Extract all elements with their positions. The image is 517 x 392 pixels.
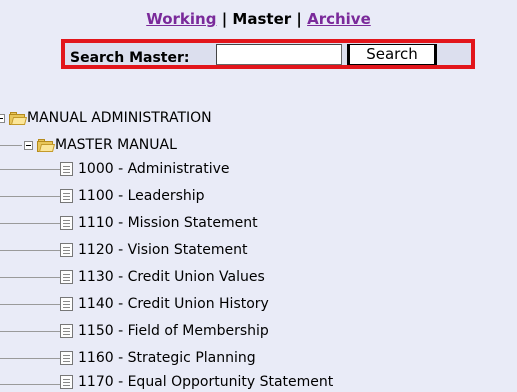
tree-root-label: MANUAL ADMINISTRATION	[27, 110, 212, 126]
document-icon	[60, 375, 73, 389]
document-icon	[60, 216, 73, 230]
tree-leaf[interactable]: 1160 - Strategic Planning	[60, 348, 256, 368]
document-icon	[60, 162, 73, 176]
tree-folder-label: MASTER MANUAL	[55, 137, 177, 153]
document-icon	[60, 243, 73, 257]
tree-connector	[0, 250, 60, 251]
document-icon	[60, 351, 73, 365]
collapse-icon[interactable]	[24, 140, 33, 150]
document-icon	[60, 324, 73, 338]
tree-folder-node[interactable]: MASTER MANUAL	[24, 135, 177, 155]
tree-connector	[0, 358, 60, 359]
tree-leaf-label[interactable]: 1140 - Credit Union History	[78, 296, 269, 312]
document-icon	[60, 270, 73, 284]
tree-connector	[0, 196, 60, 197]
tree-leaf[interactable]: 1100 - Leadership	[60, 186, 205, 206]
collapse-icon[interactable]	[0, 113, 5, 123]
tree-leaf[interactable]: 1130 - Credit Union Values	[60, 267, 265, 287]
tree-leaf-label[interactable]: 1160 - Strategic Planning	[78, 350, 256, 366]
document-icon	[60, 189, 73, 203]
tree-leaf[interactable]: 1170 - Equal Opportunity Statement	[60, 372, 333, 392]
tree-connector	[0, 223, 60, 224]
tree-connector	[0, 169, 60, 170]
tree-leaf[interactable]: 1110 - Mission Statement	[60, 213, 258, 233]
tree-leaf-label[interactable]: 1150 - Field of Membership	[78, 323, 269, 339]
tree-leaf[interactable]: 1150 - Field of Membership	[60, 321, 269, 341]
tree-leaf-label[interactable]: 1130 - Credit Union Values	[78, 269, 265, 285]
tree-leaf-label[interactable]: 1000 - Administrative	[78, 161, 229, 177]
document-icon	[60, 297, 73, 311]
tree-leaf-label[interactable]: 1120 - Vision Statement	[78, 242, 247, 258]
tree-connector	[0, 304, 60, 305]
tree-root-node[interactable]: MANUAL ADMINISTRATION	[0, 108, 212, 128]
tree-leaf-label[interactable]: 1110 - Mission Statement	[78, 215, 258, 231]
tree-leaf-label[interactable]: 1170 - Equal Opportunity Statement	[78, 374, 333, 390]
manual-tree: MANUAL ADMINISTRATION MASTER MANUAL 1000…	[0, 0, 517, 390]
folder-open-icon	[37, 138, 56, 152]
tree-leaf[interactable]: 1120 - Vision Statement	[60, 240, 247, 260]
tree-leaf-label[interactable]: 1100 - Leadership	[78, 188, 205, 204]
tree-connector	[0, 277, 60, 278]
tree-connector	[0, 331, 60, 332]
tree-leaf[interactable]: 1000 - Administrative	[60, 159, 229, 179]
tree-leaf[interactable]: 1140 - Credit Union History	[60, 294, 269, 314]
tree-connector	[0, 145, 22, 146]
folder-open-icon	[9, 111, 28, 125]
tree-connector	[0, 384, 60, 385]
